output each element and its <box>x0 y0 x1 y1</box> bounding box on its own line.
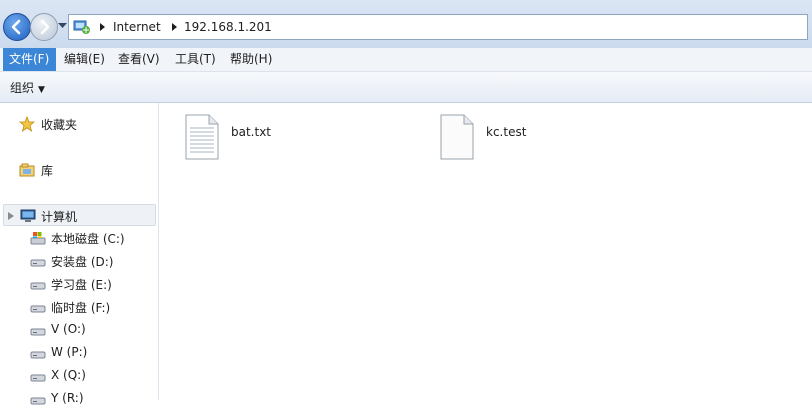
menu-help[interactable]: 帮助(H) <box>224 48 278 71</box>
hard-drive-icon <box>30 305 46 313</box>
hard-drive-icon <box>30 397 46 405</box>
drive-label: 学习盘 (E:) <box>51 278 112 292</box>
sidebar-item-label: 库 <box>41 164 54 178</box>
drive-label: 临时盘 (F:) <box>51 301 111 315</box>
back-button[interactable] <box>3 13 31 41</box>
chevron-down-icon: ▼ <box>38 85 45 95</box>
expand-arrow-icon[interactable] <box>8 212 14 220</box>
command-toolbar: 组织 ▼ <box>0 72 812 103</box>
breadcrumb-host[interactable]: 192.168.1.201 <box>184 20 272 34</box>
hard-drive-icon <box>30 351 46 359</box>
file-item-kc-test[interactable]: kc.test <box>440 114 560 164</box>
address-bar[interactable]: Internet 192.168.1.201 <box>68 14 808 40</box>
drive-label: Y (R:) <box>51 391 84 405</box>
text-file-icon <box>185 114 219 160</box>
generic-file-icon <box>440 114 474 160</box>
drive-label: 安装盘 (D:) <box>51 255 114 269</box>
file-item-bat-txt[interactable]: bat.txt <box>185 114 305 164</box>
drive-label: W (P:) <box>51 345 88 359</box>
hard-drive-icon <box>30 374 46 382</box>
back-arrow-icon <box>11 19 21 35</box>
organize-label: 组织 <box>10 81 35 95</box>
library-icon <box>19 163 35 177</box>
breadcrumb-separator-icon[interactable] <box>100 23 105 31</box>
star-icon <box>19 116 35 132</box>
menu-view[interactable]: 查看(V) <box>112 48 166 71</box>
menu-file[interactable]: 文件(F) <box>3 48 56 71</box>
drive-label: V (O:) <box>51 322 86 336</box>
menu-bar: 文件(F) 编辑(E) 查看(V) 工具(T) 帮助(H) <box>0 48 812 72</box>
menu-edit[interactable]: 编辑(E) <box>58 48 111 71</box>
breadcrumb-internet[interactable]: Internet <box>113 20 161 34</box>
drive-label: 本地磁盘 (C:) <box>51 232 125 246</box>
forward-arrow-icon <box>40 19 50 35</box>
drive-label: X (Q:) <box>51 368 86 382</box>
breadcrumb-separator-icon[interactable] <box>172 23 177 31</box>
sidebar-item-computer[interactable]: 计算机 <box>3 204 156 226</box>
hard-drive-icon <box>30 328 46 336</box>
forward-button[interactable] <box>30 13 58 41</box>
sidebar-item-label: 收藏夹 <box>41 118 78 132</box>
address-toolbar: Internet 192.168.1.201 <box>0 0 812 48</box>
hard-drive-icon <box>30 259 46 267</box>
system-drive-icon <box>30 232 46 245</box>
recent-pages-dropdown[interactable] <box>58 23 67 29</box>
file-name: kc.test <box>486 125 527 139</box>
navigation-pane: 收藏夹 库 计算机 本地磁盘 (C:) 安装盘 (D:) 学习盘 (E:) 临时… <box>0 103 159 405</box>
hard-drive-icon <box>30 282 46 290</box>
computer-icon <box>20 209 36 222</box>
network-icon <box>73 20 90 34</box>
menu-tools[interactable]: 工具(T) <box>169 48 222 71</box>
sidebar-item-label: 计算机 <box>41 210 78 224</box>
organize-button[interactable]: 组织 ▼ <box>10 79 45 96</box>
file-name: bat.txt <box>231 125 272 139</box>
